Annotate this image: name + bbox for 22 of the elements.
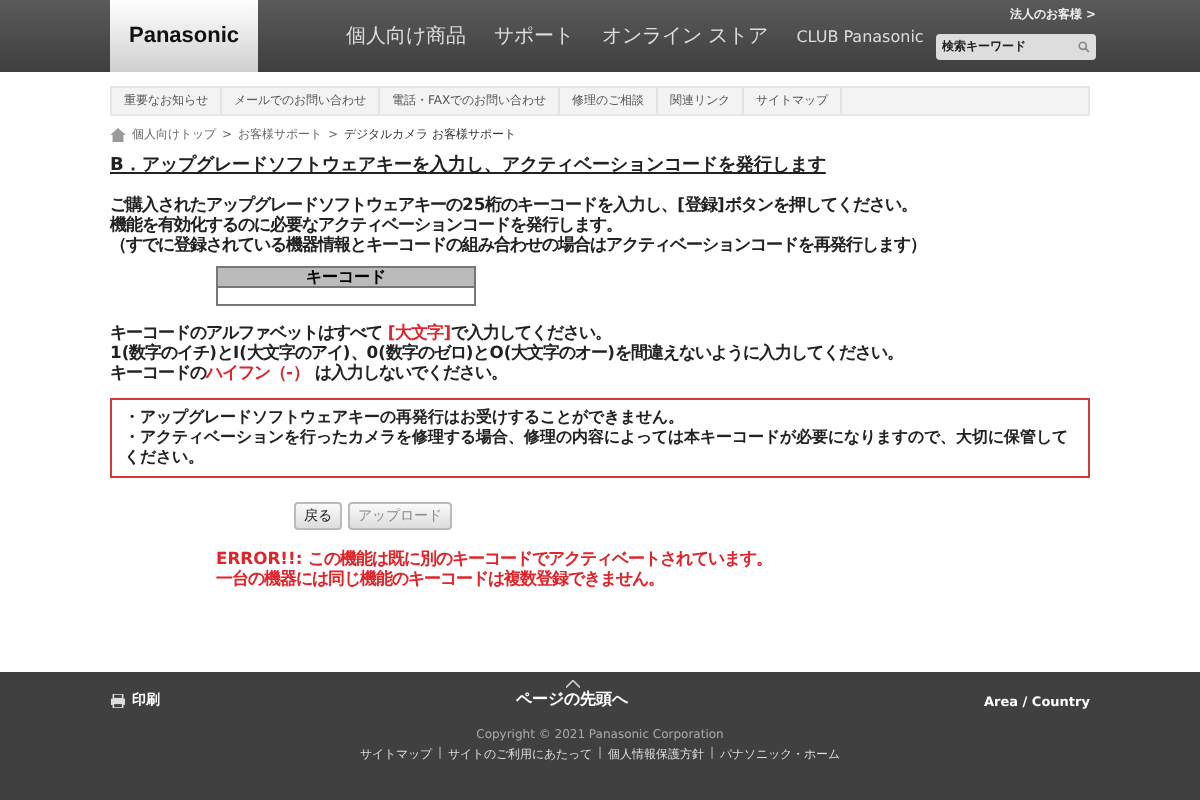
nav-link[interactable]: サポート [494, 22, 574, 50]
nav-link[interactable]: オンライン ストア [602, 22, 769, 50]
section-heading: B．アップグレードソフトウェアキーを入力し、アクティベーションコードを発行します [110, 152, 828, 178]
instruction-text: キーコードのアルファベットはすべて [大文字]で入力してください。 [110, 322, 614, 342]
search-icon[interactable] [1078, 40, 1090, 54]
home-icon[interactable] [110, 128, 126, 142]
warning-text: ・アップグレードソフトウェアキーの再発行はお受けすることができません。 [124, 408, 686, 428]
intro-text: 機能を有効化するのに必要なアクティベーションコードを発行します。 [110, 214, 624, 234]
instruction-text: キーコードのハイフン（-） は入力しないでください。 [110, 362, 509, 382]
nav-link[interactable]: 個人向け商品 [346, 22, 466, 50]
printer-icon [110, 693, 126, 707]
instruction-text: 1(数字のイチ)とI(大文字のアイ)、0(数字のゼロ)とO(大文字のオー)を間違えないように入力してください。 [110, 342, 906, 362]
intro-text: （すでに登録されている機器情報とキーコードの組み合わせの場合はアクティベーションコードを再発行します） [110, 234, 928, 254]
logo[interactable]: Panasonic [110, 0, 258, 72]
nav-link[interactable]: CLUB Panasonic [796, 27, 924, 45]
error-message: 一台の機器には同じ機能のキーコードは複数登録できません。 [216, 568, 666, 588]
warning-text: ・アクティベーションを行ったカメラを修理する場合、修理の内容によっては本キーコードが必要になりますので、大切に保管してください。 [124, 428, 1070, 468]
intro-text: ご購入されたアップグレードソフトウェアキーの25桁のキーコードを入力し、[登録]ボタンを押してください。 [110, 194, 919, 214]
error-message: ERROR!!: この機能は既に別のキーコードでアクティベートされています。 [216, 548, 775, 568]
page-top-link[interactable]: ページの先頭へ [516, 680, 628, 710]
caret-up-icon [565, 680, 579, 688]
table-header: キーコード [218, 268, 474, 286]
